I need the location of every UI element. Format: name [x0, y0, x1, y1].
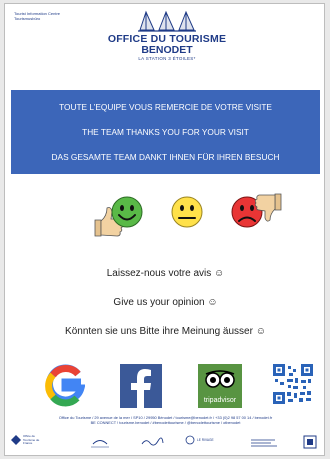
tripadvisor-label: tripadvisor: [203, 397, 237, 404]
review-platforms: tripadvisor: [5, 364, 324, 414]
contact-footer: Office du Tourisme / 29 avenue de la mer…: [7, 415, 324, 425]
happy-face-icon[interactable]: [93, 190, 145, 240]
qr-code-icon[interactable]: [273, 364, 313, 404]
banner-line-en: THE TEAM THANKS YOU FOR YOUR VISIT: [82, 126, 249, 137]
banner-line-fr: TOUTE L’EQUIPE VOUS REMERCIE DE VOTRE VI…: [59, 101, 272, 112]
social-line: BE CONNECT ! tourisme.benodet / #benodet…: [90, 420, 241, 425]
partner-le-rivage: LE RIVAGE: [185, 435, 214, 445]
poster: Tourist Information Centre Tourismusbüro…: [4, 3, 325, 456]
partner-label: Office de Tourisme de France: [23, 434, 40, 445]
rivage-circle-icon: [185, 435, 195, 445]
partner-logos: Office de Tourisme de France LE RIVAGE: [5, 434, 324, 453]
sail-logo-icon: [138, 10, 196, 32]
sad-face-icon[interactable]: [229, 190, 283, 240]
tripadvisor-owl-icon: [205, 370, 235, 388]
cta-french: Laissez-nous votre avis ☺: [106, 268, 225, 279]
banner-line-de: DAS GESAMTE TEAM DANKT IHNEN FÜR IHREN B…: [51, 152, 280, 163]
corner-line2: Tourismusbüro: [14, 16, 41, 21]
logo-line2: BENODET: [141, 44, 193, 56]
partner-office-de-tourisme: Office de Tourisme de France: [11, 434, 47, 446]
facebook-logo-icon[interactable]: [120, 364, 162, 408]
tripadvisor-logo[interactable]: tripadvisor: [198, 364, 242, 408]
logo-line3: LA STATION 3 ÉTOILES*: [138, 56, 196, 61]
partner-text-logo-icon: [251, 439, 277, 447]
corner-text: Tourist Information Centre Tourismusbüro: [14, 11, 60, 21]
thanks-banner: TOUTE L’EQUIPE VOUS REMERCIE DE VOTRE VI…: [11, 90, 320, 174]
cta-german: Könnten sie uns Bitte ihre Meinung äusse…: [65, 326, 266, 337]
partner-badge-icon: [303, 435, 317, 449]
partner-wave-icon: [91, 440, 109, 448]
tourism-star-icon: [11, 435, 21, 446]
partner-script-icon: [141, 437, 164, 446]
cta-english: Give us your opinion ☺: [113, 297, 218, 308]
neutral-face-icon[interactable]: [169, 190, 205, 240]
rating-faces: [93, 190, 293, 240]
google-logo-icon[interactable]: [45, 364, 85, 408]
partner-label: LE RIVAGE: [197, 438, 214, 442]
office-logo: OFFICE DU TOURISME BENODET LA STATION 3 …: [107, 10, 227, 62]
